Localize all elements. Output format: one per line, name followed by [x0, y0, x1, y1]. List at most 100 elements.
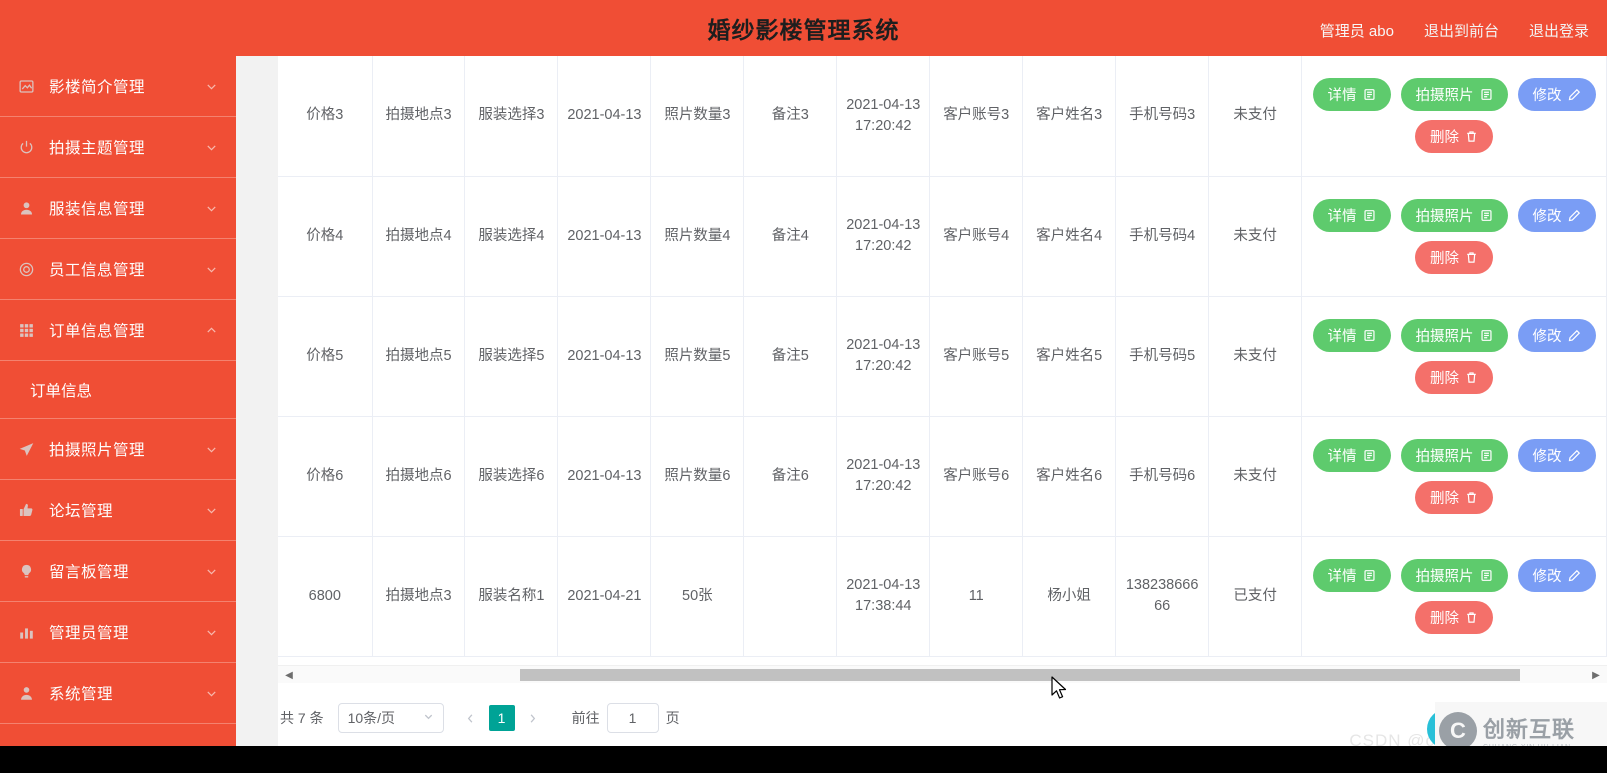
- table-row: 价格6 拍摄地点6 服装选择6 2021-04-13 照片数量6 备注6 2021-04-1…: [278, 416, 1607, 537]
- cell-created-at: 2021-04-13 17:38:44: [836, 536, 931, 657]
- edit-button[interactable]: 修改: [1517, 558, 1596, 592]
- sidebar-item-6[interactable]: 论坛管理: [0, 480, 236, 541]
- edit-button-label: 修改: [1532, 448, 1562, 465]
- cell-phone: 手机号码4: [1115, 176, 1210, 297]
- photos-button[interactable]: 拍摄照片: [1400, 198, 1508, 232]
- cell-shoot-location: 拍摄地点5: [372, 296, 466, 417]
- edit-button[interactable]: 修改: [1517, 78, 1596, 112]
- delete-button[interactable]: 删除: [1415, 120, 1494, 154]
- cell-pay-status: 未支付: [1208, 416, 1303, 537]
- cell-customer-name: 杨小姐: [1022, 536, 1117, 657]
- photos-button[interactable]: 拍摄照片: [1400, 558, 1508, 592]
- goto-page-input[interactable]: [606, 703, 659, 733]
- cell-customer-name: 客户姓名5: [1022, 296, 1117, 417]
- header-actions: 管理员 abo 退出到前台 退出登录: [1320, 0, 1589, 60]
- edit-button-label: 修改: [1532, 208, 1562, 225]
- edit-icon: [1568, 209, 1581, 222]
- sidebar-item-7[interactable]: 留言板管理: [0, 541, 236, 602]
- trash-icon: [1465, 371, 1478, 384]
- delete-button[interactable]: 删除: [1415, 240, 1494, 274]
- sidebar-item-9[interactable]: 系统管理: [0, 663, 236, 724]
- sidebar-item-label: 管理员管理: [49, 625, 130, 642]
- photos-button[interactable]: 拍摄照片: [1400, 78, 1508, 112]
- sidebar-item-5[interactable]: 拍摄照片管理: [0, 419, 236, 480]
- chevron-down-icon: [204, 625, 218, 639]
- sidebar-subitem-order-info[interactable]: 订单信息: [0, 361, 236, 419]
- photos-button[interactable]: 拍摄照片: [1400, 318, 1508, 352]
- photos-button[interactable]: 拍摄照片: [1400, 438, 1508, 472]
- cell-customer-account: 客户账号3: [929, 56, 1024, 177]
- next-page-button[interactable]: [519, 704, 546, 732]
- delete-button-label: 删除: [1430, 250, 1460, 267]
- page-size-select[interactable]: 10条/页: [337, 703, 444, 733]
- cell-customer-name: 客户姓名6: [1022, 416, 1117, 537]
- edit-icon: [1568, 88, 1581, 101]
- delete-button[interactable]: 删除: [1415, 600, 1494, 634]
- sidebar-item-8[interactable]: 管理员管理: [0, 602, 236, 663]
- chevron-down-icon: [204, 140, 218, 154]
- detail-button[interactable]: 详情: [1312, 558, 1391, 592]
- sidebar-item-label: 拍摄主题管理: [49, 140, 146, 157]
- scroll-left-arrow-icon[interactable]: ◀: [282, 668, 296, 682]
- chevron-down-icon: [204, 686, 218, 700]
- cell-created-at: 2021-04-13 17:20:42: [836, 56, 931, 177]
- cell-actions: 详情 拍摄照片 修改 删除: [1301, 536, 1607, 657]
- scroll-right-arrow-icon[interactable]: ▶: [1589, 668, 1603, 682]
- delete-button[interactable]: 删除: [1415, 480, 1494, 514]
- photos-button-label: 拍摄照片: [1415, 448, 1474, 465]
- cell-price: 价格6: [278, 416, 373, 537]
- detail-button[interactable]: 详情: [1312, 198, 1391, 232]
- document-icon: [1480, 449, 1493, 462]
- logout-link[interactable]: 退出登录: [1529, 20, 1589, 41]
- delete-button[interactable]: 删除: [1415, 360, 1494, 394]
- edit-icon: [1568, 569, 1581, 582]
- sidebar-item-3[interactable]: 员工信息管理: [0, 239, 236, 300]
- detail-button-label: 详情: [1327, 208, 1357, 225]
- prev-page-button[interactable]: [457, 704, 484, 732]
- cell-shoot-date: 2021-04-13: [557, 176, 652, 297]
- cell-customer-name: 客户姓名3: [1022, 56, 1117, 177]
- table-row: 6800 拍摄地点3 服装名称1 2021-04-21 50张 2021-04-13 17…: [278, 536, 1607, 657]
- edit-icon: [1568, 329, 1581, 342]
- sidebar-item-label: 论坛管理: [49, 503, 114, 520]
- detail-button[interactable]: 详情: [1312, 78, 1391, 112]
- document-icon: [1480, 209, 1493, 222]
- detail-button[interactable]: 详情: [1312, 438, 1391, 472]
- scrollbar-thumb[interactable]: [520, 669, 1520, 681]
- trash-icon: [1465, 491, 1478, 504]
- bottom-left-letterbox: [0, 746, 236, 773]
- cell-price: 价格3: [278, 56, 373, 177]
- trash-icon: [1465, 251, 1478, 264]
- admin-name-label[interactable]: 管理员 abo: [1320, 20, 1394, 41]
- cell-costume: 服装选择3: [464, 56, 559, 177]
- edit-button[interactable]: 修改: [1517, 198, 1596, 232]
- edit-button[interactable]: 修改: [1517, 438, 1596, 472]
- chevron-down-icon: [204, 201, 218, 215]
- cell-phone: 13823866666: [1115, 536, 1210, 657]
- sidebar-item-label: 系统管理: [49, 686, 114, 703]
- total-count-label: 共 7 条: [280, 710, 324, 726]
- sidebar-item-1[interactable]: 拍摄主题管理: [0, 117, 236, 178]
- page-number-1[interactable]: 1: [488, 705, 515, 731]
- detail-button[interactable]: 详情: [1312, 318, 1391, 352]
- horizontal-scrollbar[interactable]: ◀ ▶: [278, 665, 1607, 683]
- sidebar-item-0[interactable]: 影楼简介管理: [0, 56, 236, 117]
- sidebar-item-4[interactable]: 订单信息管理: [0, 300, 236, 361]
- sidebar-item-label: 影楼简介管理: [49, 79, 146, 96]
- app-header: 婚纱影楼管理系统 管理员 abo 退出到前台 退出登录: [0, 0, 1607, 60]
- cell-pay-status: 未支付: [1208, 176, 1303, 297]
- grid-icon: [16, 320, 36, 340]
- cell-actions: 详情 拍摄照片 修改 删除: [1301, 56, 1607, 177]
- cell-remark: 备注3: [743, 56, 838, 177]
- order-table-container: 价格3 拍摄地点3 服装选择3 2021-04-13 照片数量3 备注3 2021-04-1…: [278, 56, 1607, 665]
- cell-remark: [743, 536, 838, 657]
- power-icon: [16, 137, 36, 157]
- edit-icon: [1568, 449, 1581, 462]
- sidebar-item-2[interactable]: 服装信息管理: [0, 178, 236, 239]
- page-size-label: 10条/页: [347, 710, 396, 726]
- sidebar-item-label: 留言板管理: [49, 564, 130, 581]
- exit-to-frontend-link[interactable]: 退出到前台: [1424, 20, 1499, 41]
- edit-button[interactable]: 修改: [1517, 318, 1596, 352]
- user-icon: [16, 198, 36, 218]
- delete-button-label: 删除: [1430, 490, 1460, 507]
